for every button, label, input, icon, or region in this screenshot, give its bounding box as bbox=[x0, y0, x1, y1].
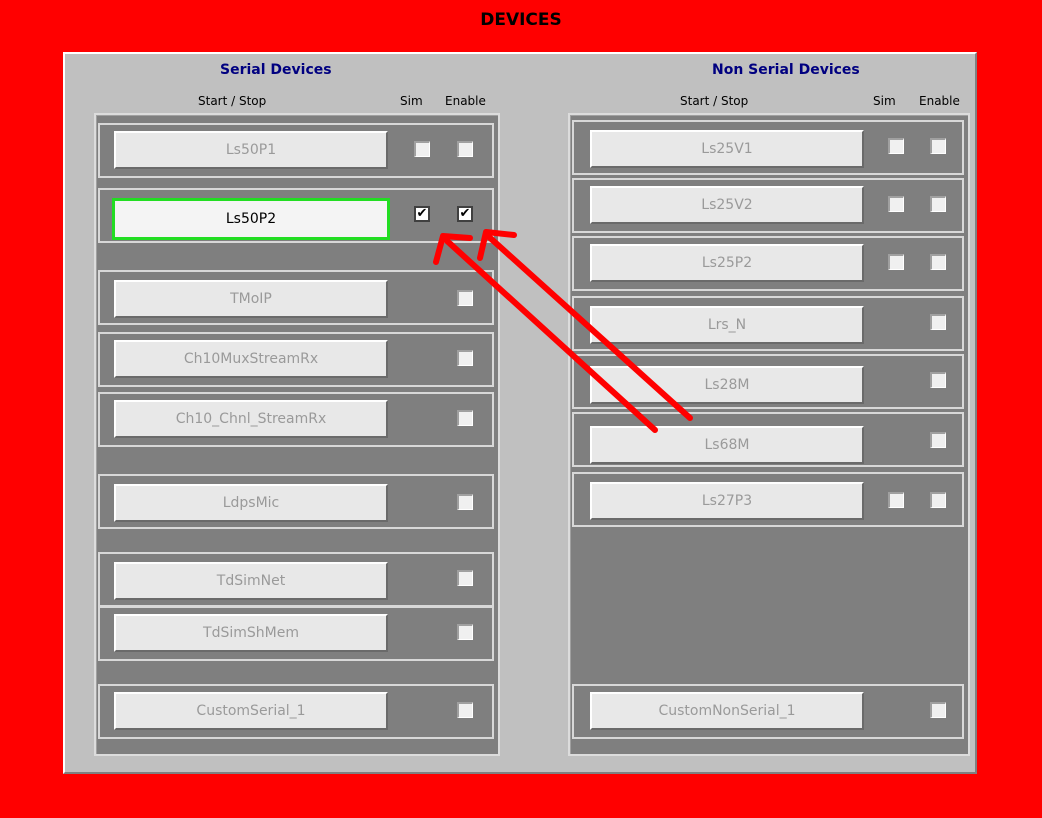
serial-col-sim: Sim bbox=[400, 94, 423, 108]
window-title: DEVICES bbox=[480, 10, 562, 30]
enable-checkbox-tdsimshmem[interactable] bbox=[457, 624, 473, 640]
sim-checkbox-ls25v2[interactable] bbox=[888, 196, 904, 212]
device-button-lrs-n[interactable]: Lrs_N bbox=[590, 306, 864, 344]
device-button-ls25v1[interactable]: Ls25V1 bbox=[590, 130, 864, 168]
device-button-tdsimnet[interactable]: TdSimNet bbox=[114, 562, 388, 600]
nonserial-row: Ls25V2 bbox=[572, 178, 964, 233]
device-button-ldpsmic[interactable]: LdpsMic bbox=[114, 484, 388, 522]
enable-checkbox-ch10-chnl-streamrx[interactable] bbox=[457, 410, 473, 426]
nonserial-col-start: Start / Stop bbox=[680, 94, 749, 108]
device-button-ls68m[interactable]: Ls68M bbox=[590, 426, 864, 464]
enable-checkbox-ldpsmic[interactable] bbox=[457, 494, 473, 510]
nonserial-devices-title: Non Serial Devices bbox=[712, 62, 860, 78]
device-button-ls25p2[interactable]: Ls25P2 bbox=[590, 244, 864, 282]
device-button-customserial-1[interactable]: CustomSerial_1 bbox=[114, 692, 388, 730]
serial-row: TdSimShMem bbox=[98, 606, 494, 661]
serial-col-enable: Enable bbox=[445, 94, 486, 108]
serial-devices-title: Serial Devices bbox=[220, 62, 332, 78]
serial-row: TMoIP bbox=[98, 270, 494, 325]
serial-row: Ch10_Chnl_StreamRx bbox=[98, 392, 494, 447]
enable-checkbox-ls25v2[interactable] bbox=[930, 196, 946, 212]
device-button-ls50p2[interactable]: Ls50P2 bbox=[112, 198, 390, 240]
enable-checkbox-ls27p3[interactable] bbox=[930, 492, 946, 508]
enable-checkbox-ls25v1[interactable] bbox=[930, 138, 946, 154]
enable-checkbox-ls68m[interactable] bbox=[930, 432, 946, 448]
nonserial-col-enable: Enable bbox=[919, 94, 960, 108]
sim-checkbox-ls50p2[interactable]: ✔ bbox=[414, 206, 430, 222]
sim-checkbox-ls25v1[interactable] bbox=[888, 138, 904, 154]
nonserial-row: Ls28M bbox=[572, 354, 964, 409]
sim-checkbox-ls25p2[interactable] bbox=[888, 254, 904, 270]
device-button-customnonserial-1[interactable]: CustomNonSerial_1 bbox=[590, 692, 864, 730]
enable-checkbox-ls25p2[interactable] bbox=[930, 254, 946, 270]
nonserial-row: CustomNonSerial_1 bbox=[572, 684, 964, 739]
device-button-tmoip[interactable]: TMoIP bbox=[114, 280, 388, 318]
device-button-ch10muxstreamrx[interactable]: Ch10MuxStreamRx bbox=[114, 340, 388, 378]
enable-checkbox-ls50p1[interactable] bbox=[457, 141, 473, 157]
device-button-ls27p3[interactable]: Ls27P3 bbox=[590, 482, 864, 520]
nonserial-row: Lrs_N bbox=[572, 296, 964, 351]
serial-row: Ch10MuxStreamRx bbox=[98, 332, 494, 387]
nonserial-row: Ls68M bbox=[572, 412, 964, 467]
device-button-ch10-chnl-streamrx[interactable]: Ch10_Chnl_StreamRx bbox=[114, 400, 388, 438]
sim-checkbox-ls27p3[interactable] bbox=[888, 492, 904, 508]
nonserial-row: Ls25V1 bbox=[572, 120, 964, 175]
serial-row: LdpsMic bbox=[98, 474, 494, 529]
enable-checkbox-customnonserial-1[interactable] bbox=[930, 702, 946, 718]
serial-row: Ls50P2 ✔ ✔ bbox=[98, 188, 494, 243]
nonserial-row: Ls25P2 bbox=[572, 236, 964, 291]
device-button-tdsimshmem[interactable]: TdSimShMem bbox=[114, 614, 388, 652]
sim-checkbox-ls50p1[interactable] bbox=[414, 141, 430, 157]
enable-checkbox-ch10muxstreamrx[interactable] bbox=[457, 350, 473, 366]
serial-row: Ls50P1 bbox=[98, 123, 494, 178]
serial-row: TdSimNet bbox=[98, 552, 494, 607]
enable-checkbox-ls50p2[interactable]: ✔ bbox=[457, 206, 473, 222]
enable-checkbox-ls28m[interactable] bbox=[930, 372, 946, 388]
nonserial-col-sim: Sim bbox=[873, 94, 896, 108]
enable-checkbox-customserial-1[interactable] bbox=[457, 702, 473, 718]
device-button-ls25v2[interactable]: Ls25V2 bbox=[590, 186, 864, 224]
serial-row: CustomSerial_1 bbox=[98, 684, 494, 739]
device-button-ls28m[interactable]: Ls28M bbox=[590, 366, 864, 404]
enable-checkbox-tdsimnet[interactable] bbox=[457, 570, 473, 586]
device-button-ls50p1[interactable]: Ls50P1 bbox=[114, 131, 388, 169]
enable-checkbox-lrs-n[interactable] bbox=[930, 314, 946, 330]
serial-col-start: Start / Stop bbox=[198, 94, 267, 108]
nonserial-row: Ls27P3 bbox=[572, 472, 964, 527]
enable-checkbox-tmoip[interactable] bbox=[457, 290, 473, 306]
